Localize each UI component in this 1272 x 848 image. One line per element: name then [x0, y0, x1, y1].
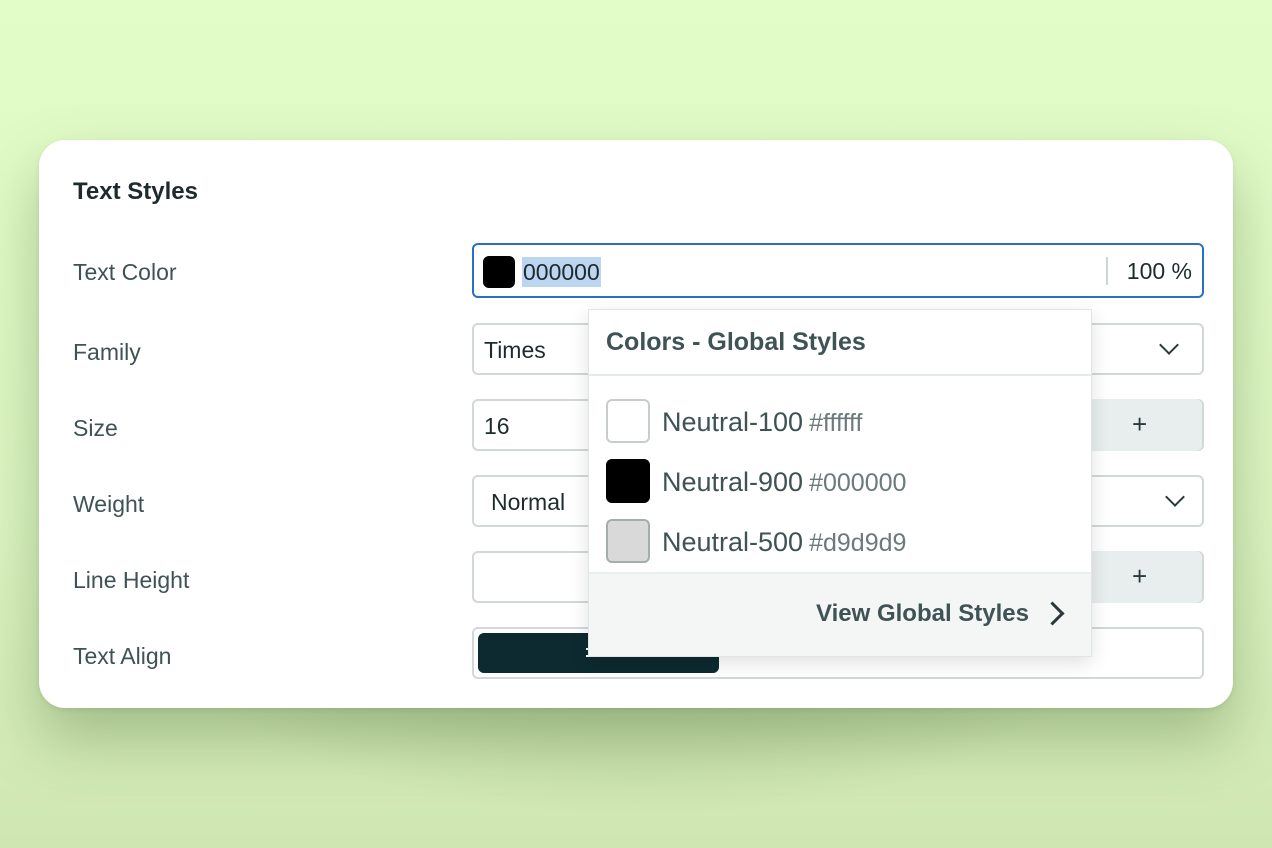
color-hex: #ffffff — [809, 409, 863, 437]
panel-title: Text Styles — [73, 178, 198, 205]
color-name: Neutral-100 — [662, 407, 804, 437]
hex-input[interactable]: 000000 — [522, 257, 601, 287]
chevron-down-icon — [1159, 335, 1179, 355]
text-align-label: Text Align — [73, 643, 172, 669]
weight-value: Normal — [491, 489, 566, 515]
dropdown-footer: View Global Styles — [589, 572, 1091, 656]
view-global-styles-link[interactable]: View Global Styles — [816, 600, 1029, 628]
size-label: Size — [73, 415, 118, 441]
family-value: Times — [484, 337, 546, 363]
weight-label: Weight — [73, 491, 145, 517]
color-hex: #000000 — [809, 469, 907, 497]
chevron-down-icon — [1165, 487, 1185, 507]
color-swatch — [606, 459, 650, 503]
chevron-right-icon[interactable] — [1040, 601, 1065, 626]
size-value[interactable]: 16 — [484, 413, 510, 440]
color-swatch[interactable] — [483, 256, 515, 288]
family-label: Family — [73, 339, 141, 365]
line-height-label: Line Height — [73, 567, 190, 593]
global-colors-dropdown: Colors - Global Styles Neutral-100 #fffff… — [588, 309, 1092, 657]
line-height-increment-button[interactable]: + — [1082, 551, 1202, 603]
color-swatch — [606, 399, 650, 443]
plus-icon: + — [1132, 409, 1148, 439]
dropdown-title: Colors - Global Styles — [606, 328, 866, 356]
divider — [1106, 257, 1108, 285]
size-increment-button[interactable]: + — [1082, 399, 1202, 451]
opacity-input[interactable]: 100 % — [1127, 258, 1192, 285]
dropdown-header: Colors - Global Styles — [589, 310, 1091, 376]
text-color-field[interactable]: 000000 100 % — [472, 243, 1204, 298]
text-color-label: Text Color — [73, 259, 177, 285]
color-swatch — [606, 519, 650, 563]
color-hex: #d9d9d9 — [809, 529, 907, 557]
color-name: Neutral-900 — [662, 467, 804, 497]
color-name: Neutral-500 — [662, 527, 804, 557]
plus-icon: + — [1132, 561, 1148, 591]
